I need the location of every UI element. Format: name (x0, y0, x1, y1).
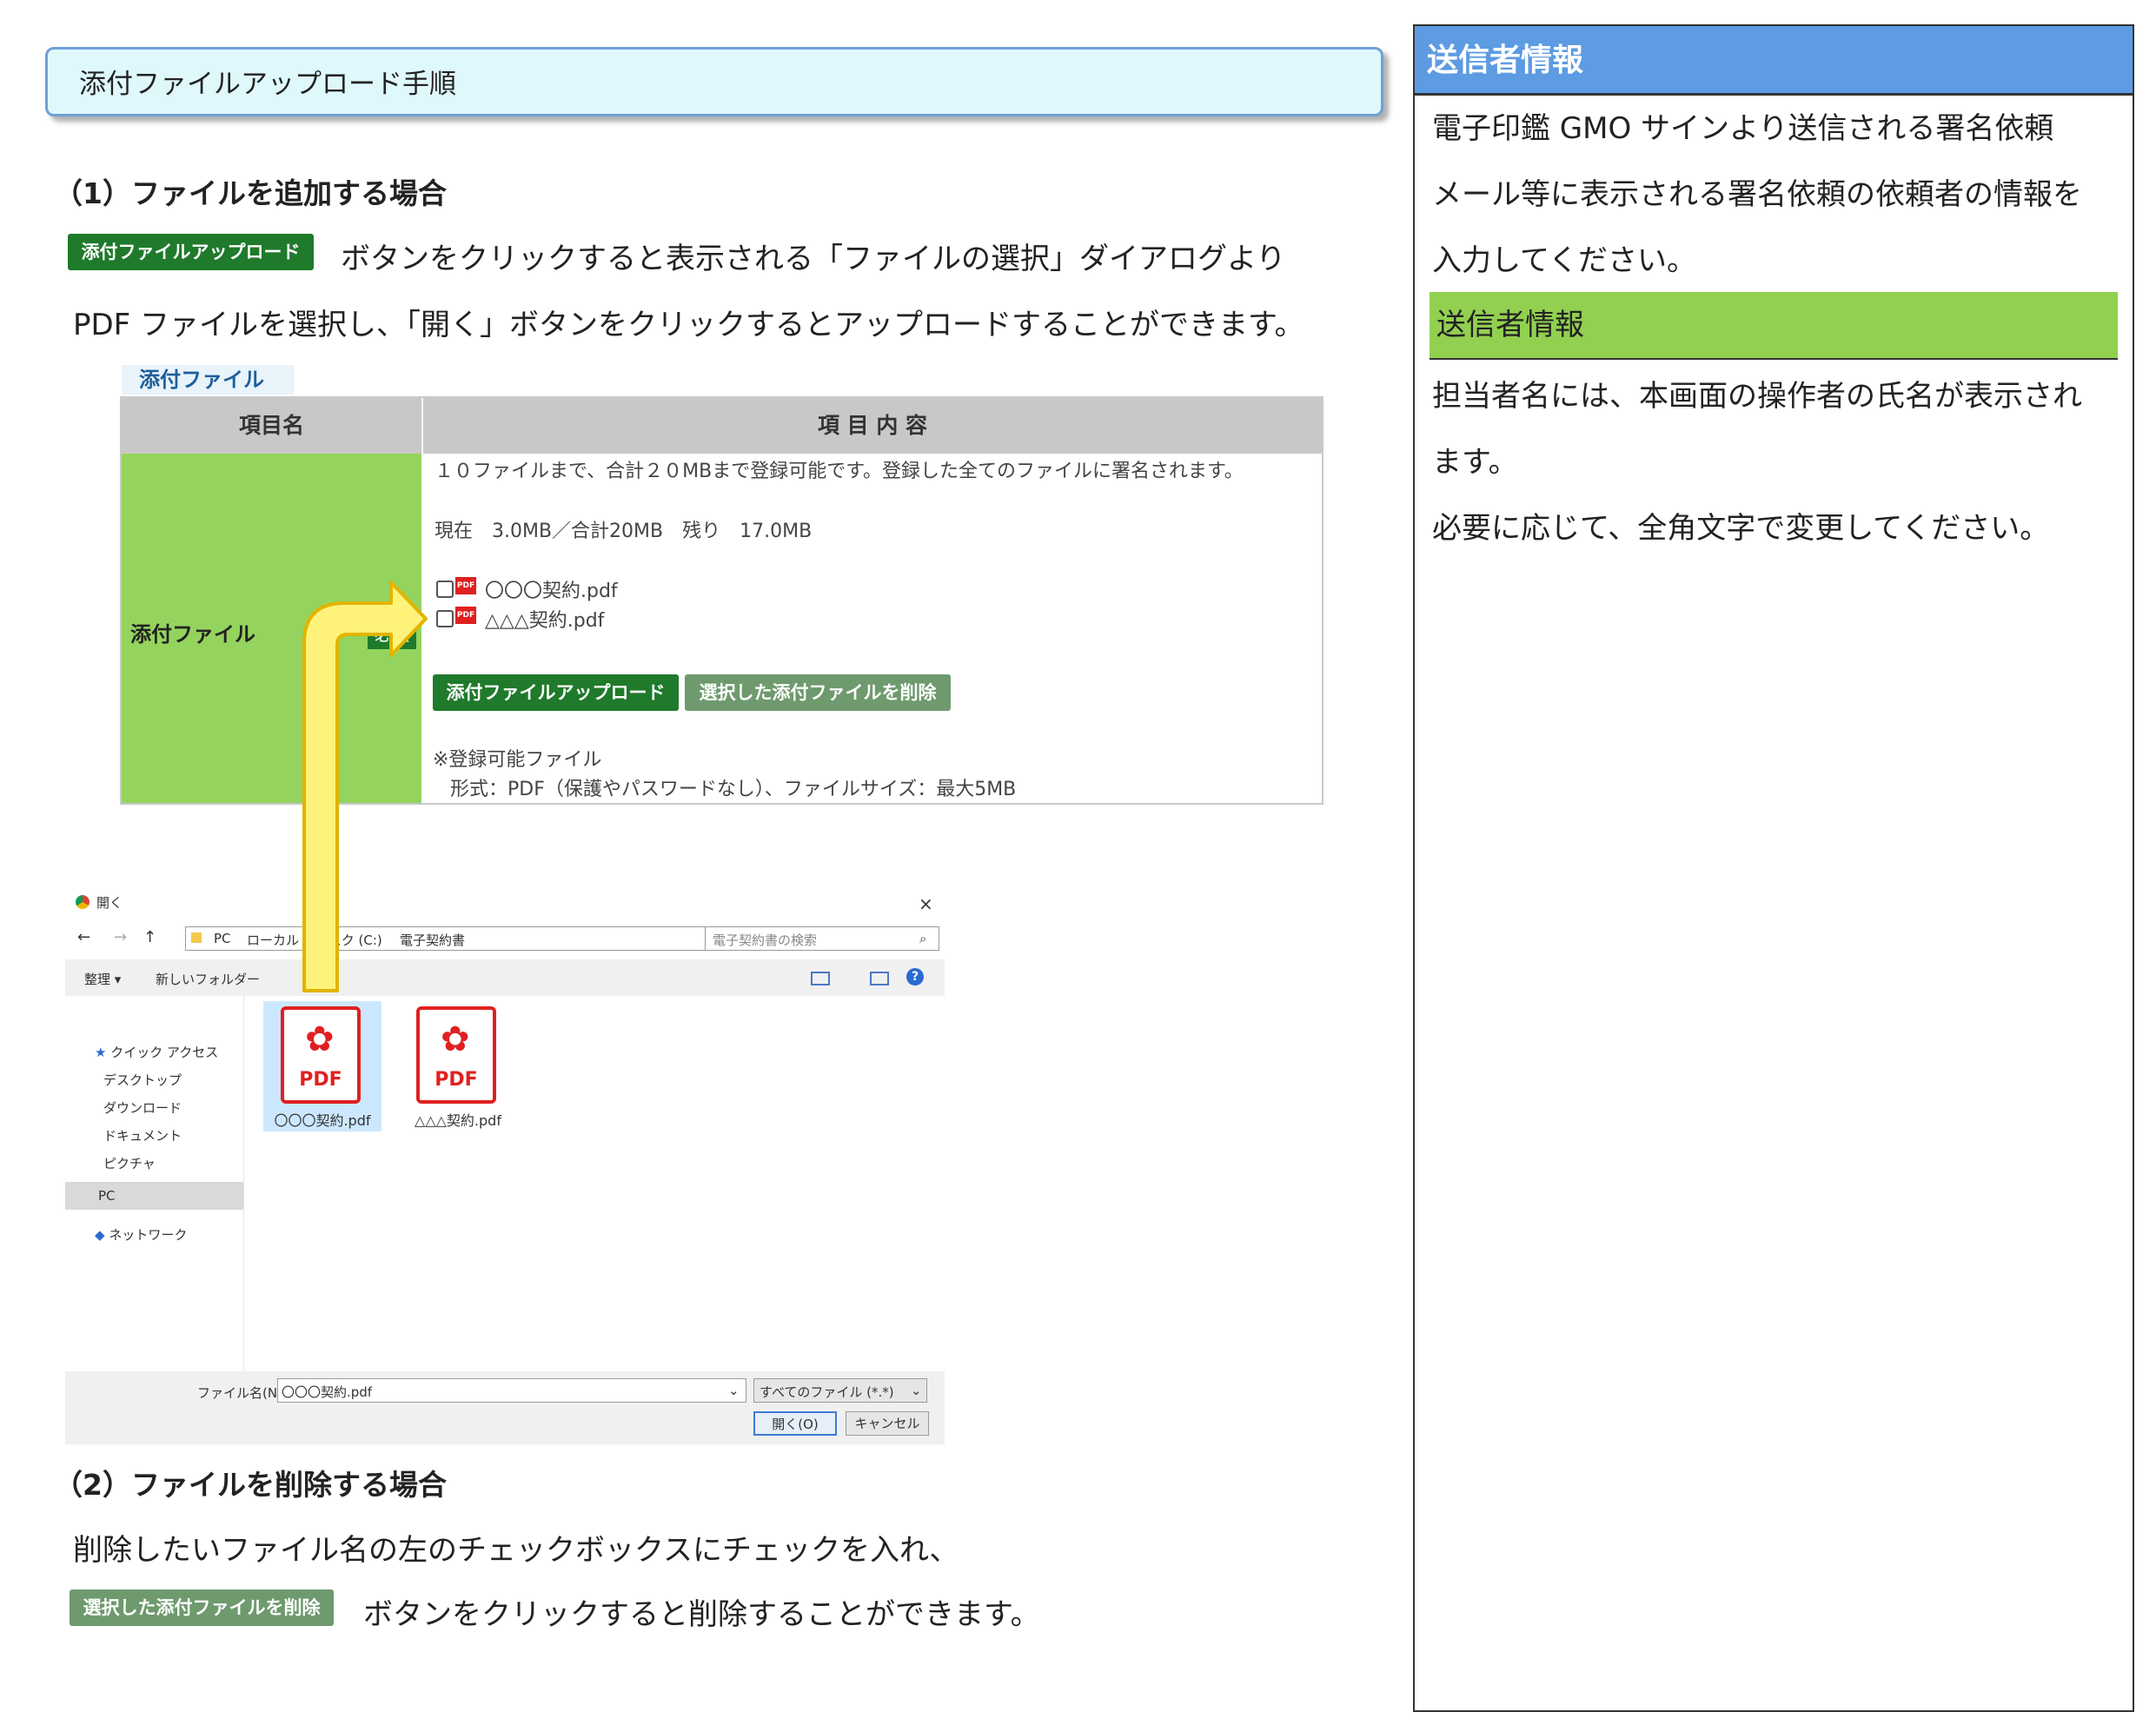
forward-arrow-icon[interactable]: → (114, 928, 127, 946)
nav-quick-access[interactable]: ★ クイック アクセス (95, 1043, 218, 1061)
filename-input[interactable]: 〇〇〇契約.pdf ⌄ (277, 1378, 746, 1403)
cancel-button[interactable]: キャンセル (846, 1411, 929, 1436)
section2-line2: ボタンをクリックすると削除することができます。 (363, 1597, 1040, 1632)
file-tile[interactable]: ✿ PDF △△△契約.pdf (399, 1001, 517, 1131)
close-icon[interactable]: × (919, 893, 933, 914)
pdf-file-icon: PDF (455, 577, 476, 594)
chevron-down-icon: ⌄ (728, 1383, 740, 1398)
pdf-file-icon: ✿ PDF (416, 1006, 496, 1104)
page-title: 添付ファイルアップロード手順 (45, 47, 1383, 116)
preview-pane-icon[interactable] (870, 972, 889, 985)
column-header-content: 項 目 内 容 (423, 398, 1322, 454)
back-arrow-icon[interactable]: ← (77, 928, 90, 946)
contact-name-text: ます。 (1432, 445, 1518, 480)
search-input[interactable]: 電子契約書の検索 ⌕ (705, 926, 939, 951)
help-icon[interactable]: ? (906, 968, 924, 985)
nav-network[interactable]: ◆ ネットワーク (95, 1225, 187, 1244)
file-name: 〇〇〇契約.pdf (274, 1112, 371, 1129)
guide-arrow-icon (302, 581, 428, 992)
network-icon: ◆ (95, 1227, 105, 1243)
allowed-files-detail: 形式：PDF（保護やパスワードなし）、ファイルサイズ：最大5MB (450, 779, 1017, 800)
search-icon: ⌕ (919, 931, 927, 946)
dialog-toolbar: 整理 ▾ 新しいフォルダー ? (65, 959, 945, 996)
contact-name-text: 担当者名には、本画面の操作者の氏名が表示され (1432, 379, 2082, 414)
open-button[interactable]: 開く(O) (753, 1411, 837, 1436)
chevron-down-icon: ⌄ (911, 1383, 922, 1398)
nav-documents[interactable]: ドキュメント (103, 1126, 182, 1145)
folder-icon (191, 932, 202, 943)
attachment-info: １０ファイルまで、合計２０MBまで登録可能です。登録した全てのファイルに署名され… (435, 461, 1244, 482)
upload-attachment-button[interactable]: 添付ファイルアップロード (433, 674, 679, 711)
sender-info-text: 電子印鑑 GMO サインより送信される署名依頼 (1432, 111, 2054, 146)
address-bar[interactable]: PC ローカル ディスク (C:) 電子契約書 (185, 926, 741, 951)
up-arrow-icon[interactable]: ↑ (143, 928, 156, 946)
file-open-dialog: 開く × ← → ↑ PC ローカル ディスク (C:) 電子契約書 ↻ 電子契… (65, 886, 945, 1444)
sender-info-text: メール等に表示される署名依頼の依頼者の情報を (1432, 177, 2082, 212)
section1-line2: PDF ファイルを選択し、「開く」ボタンをクリックするとアップロードすることがで… (73, 308, 1304, 342)
sender-info-text: 入力してください。 (1432, 243, 1696, 278)
section1-line1: ボタンをクリックすると表示される「ファイルの選択」ダイアログより (341, 242, 1286, 276)
allowed-files-note: ※登録可能ファイル (433, 749, 602, 771)
file-name: △△△契約.pdf (415, 1112, 501, 1129)
dialog-title: 開く (96, 895, 123, 911)
pdf-file-icon: ✿ PDF (281, 1006, 361, 1104)
attachment-usage: 現在 3.0MB／合計20MB 残り 17.0MB (435, 521, 813, 542)
filename-label: ファイル名(N): (197, 1385, 287, 1401)
nav-pictures[interactable]: ピクチャ (103, 1154, 156, 1172)
file-tile[interactable]: ✿ PDF 〇〇〇契約.pdf (263, 1001, 381, 1131)
column-header-item: 項目名 (122, 398, 423, 454)
chrome-icon (76, 895, 90, 909)
attached-file-name[interactable]: △△△契約.pdf (485, 605, 604, 633)
section1-heading: （1）ファイルを追加する場合 (54, 176, 447, 210)
file-type-select[interactable]: すべてのファイル (*.*) ⌄ (753, 1378, 927, 1403)
attachment-row-label: 添付ファイル (130, 622, 255, 647)
path-pc[interactable]: PC (214, 931, 231, 946)
contact-name-text: 必要に応じて、全角文字で変更してください。 (1432, 511, 2050, 546)
section2-heading: （2）ファイルを削除する場合 (54, 1468, 447, 1502)
attached-file-name[interactable]: 〇〇〇契約.pdf (485, 575, 618, 603)
view-icon[interactable] (811, 972, 830, 985)
upload-button-sample: 添付ファイルアップロード (68, 234, 314, 270)
nav-desktop[interactable]: デスクトップ (103, 1071, 182, 1089)
attachment-tab-label: 添付ファイル (122, 365, 294, 395)
section2-line1: 削除したいファイル名の左のチェックボックスにチェックを入れ、 (73, 1533, 959, 1568)
pdf-file-icon: PDF (455, 607, 476, 624)
organize-menu[interactable]: 整理 ▾ (84, 970, 121, 988)
nav-downloads[interactable]: ダウンロード (103, 1098, 182, 1117)
delete-selected-attachment-button[interactable]: 選択した添付ファイルを削除 (685, 674, 951, 711)
nav-pc[interactable]: PC (65, 1182, 243, 1210)
delete-button-sample: 選択した添付ファイルを削除 (70, 1589, 334, 1626)
star-icon: ★ (95, 1045, 107, 1060)
new-folder-button[interactable]: 新しいフォルダー (156, 970, 260, 988)
dialog-bottom-bar: ファイル名(N): 〇〇〇契約.pdf ⌄ すべてのファイル (*.*) ⌄ 開… (65, 1371, 945, 1444)
sender-info-header: 送信者情報 (1415, 26, 2133, 96)
sender-info-subheader: 送信者情報 (1430, 292, 2118, 360)
